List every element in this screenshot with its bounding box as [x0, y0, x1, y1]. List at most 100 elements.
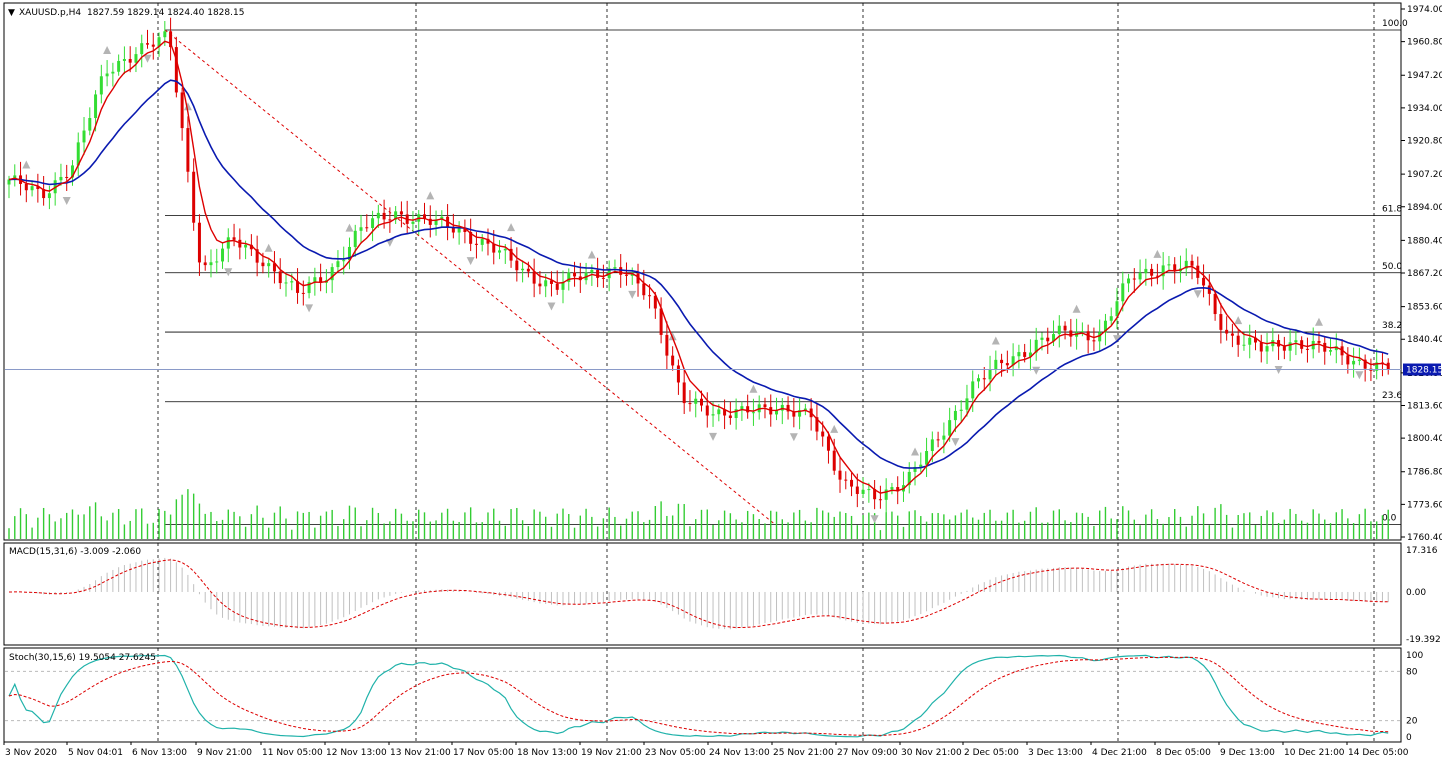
fractal-up-marker	[345, 223, 354, 232]
time-tick-label: 24 Nov 13:00	[709, 748, 770, 758]
candle-body	[1057, 325, 1061, 335]
candle-body	[705, 405, 709, 416]
macd-tick-label: -19.392	[1406, 635, 1441, 645]
macd-panel[interactable]	[3, 542, 1402, 646]
candle-body	[1230, 333, 1234, 336]
price-panel[interactable]	[3, 2, 1402, 541]
price-tick-label: 1867.20	[1407, 269, 1442, 279]
candle-body	[1138, 273, 1142, 280]
candle-body	[1248, 337, 1252, 345]
candle-body	[128, 59, 132, 63]
candle-body	[948, 420, 952, 436]
candle-body	[47, 193, 51, 199]
candle-body	[775, 410, 779, 415]
price-tick-label: 1800.40	[1407, 434, 1442, 444]
candle-body	[538, 283, 542, 287]
candle-body	[1017, 352, 1021, 357]
candle-body	[971, 381, 975, 399]
candle-body	[596, 269, 600, 278]
time-tick-label: 30 Nov 21:00	[901, 748, 962, 758]
candle-body	[1294, 340, 1298, 343]
candle-body	[365, 227, 369, 229]
candle-body	[532, 271, 536, 284]
candle-body	[342, 260, 346, 262]
candle-body	[94, 94, 98, 119]
time-tick-label: 13 Nov 21:00	[390, 748, 451, 758]
candle-body	[1352, 360, 1356, 365]
candle-body	[1202, 277, 1206, 286]
candle-body	[1219, 314, 1223, 330]
candle-body	[146, 43, 149, 45]
price-tick-label: 1853.60	[1407, 303, 1442, 313]
macd-tick-label: 0.00	[1406, 588, 1426, 598]
candle-body	[850, 479, 854, 487]
candle-body	[700, 398, 703, 406]
candle-body	[936, 439, 940, 441]
candle-body	[1121, 283, 1125, 302]
price-tick-label: 1880.40	[1407, 236, 1442, 246]
price-tick-label: 1907.20	[1407, 170, 1442, 180]
candle-body	[457, 228, 461, 233]
fractal-up-marker	[507, 223, 516, 232]
time-tick-label: 23 Nov 05:00	[645, 748, 706, 758]
candle-body	[278, 271, 282, 284]
candle-body	[163, 31, 167, 38]
candle-body	[388, 219, 392, 221]
candle-body	[1346, 355, 1350, 365]
candle-body	[267, 263, 271, 267]
candle-body	[1236, 335, 1240, 345]
candle-body	[821, 431, 825, 437]
fractal-down-marker	[709, 432, 718, 441]
fractal-up-marker	[1314, 317, 1323, 326]
candle-body	[1282, 346, 1286, 351]
candle-body	[1259, 342, 1263, 352]
candle-body	[1080, 331, 1084, 333]
time-tick-label: 10 Dec 21:00	[1284, 748, 1345, 758]
candle-body	[867, 489, 871, 491]
candle-body	[1132, 278, 1136, 280]
moving-averages	[8, 40, 1389, 494]
candle-body	[878, 499, 882, 501]
candle-body	[111, 71, 115, 74]
macd-indicator: 17.316 0.00 -19.392	[8, 546, 1441, 645]
fractal-up-marker	[911, 447, 920, 456]
candle-body	[474, 243, 478, 245]
candle-body	[1329, 350, 1333, 352]
candle-body	[1005, 363, 1009, 366]
candle-body	[232, 237, 236, 240]
candle-body	[1046, 337, 1050, 342]
candle-body	[284, 282, 288, 284]
candle-body	[844, 479, 848, 481]
candle-body	[261, 262, 265, 267]
chart-menu-icon[interactable]: ▼	[8, 8, 15, 18]
stoch-tick-label: 0	[1406, 733, 1412, 743]
candlesticks	[7, 17, 1390, 514]
candle-body	[751, 412, 755, 414]
stoch-panel[interactable]	[3, 647, 1402, 743]
time-tick-label: 25 Nov 21:00	[773, 748, 834, 758]
candle-body	[1063, 325, 1067, 331]
fibo-trendline	[164, 29, 776, 525]
candle-body	[590, 269, 594, 273]
fibo-level-label: 38.2	[1382, 321, 1402, 331]
fractal-down-marker	[1032, 366, 1041, 375]
trading-chart[interactable]: 100.0 61.8 50.0 38.2 23.6 0.0 17.316 0.00 -19.3…	[0, 0, 1442, 765]
candle-body	[521, 268, 525, 271]
fractal-up-marker	[103, 46, 112, 55]
candle-body	[832, 450, 836, 471]
candle-body	[1288, 342, 1292, 351]
candle-body	[30, 186, 34, 191]
candle-body	[1265, 346, 1269, 352]
fractal-down-marker	[224, 268, 233, 277]
slow-moving-average	[8, 79, 1389, 469]
candle-body	[1167, 264, 1171, 266]
fractal-down-marker	[951, 438, 960, 447]
macd-tick-label: 17.316	[1406, 546, 1438, 556]
fractal-down-marker	[143, 54, 152, 63]
price-tick-label: 1773.60	[1407, 500, 1442, 510]
price-tick-label: 1920.80	[1407, 137, 1442, 147]
candle-body	[965, 398, 969, 410]
stoch-tick-label: 20	[1406, 717, 1418, 727]
candle-body	[134, 54, 138, 63]
fibonacci-retracement: 100.0 61.8 50.0 38.2 23.6 0.0	[164, 19, 1408, 525]
